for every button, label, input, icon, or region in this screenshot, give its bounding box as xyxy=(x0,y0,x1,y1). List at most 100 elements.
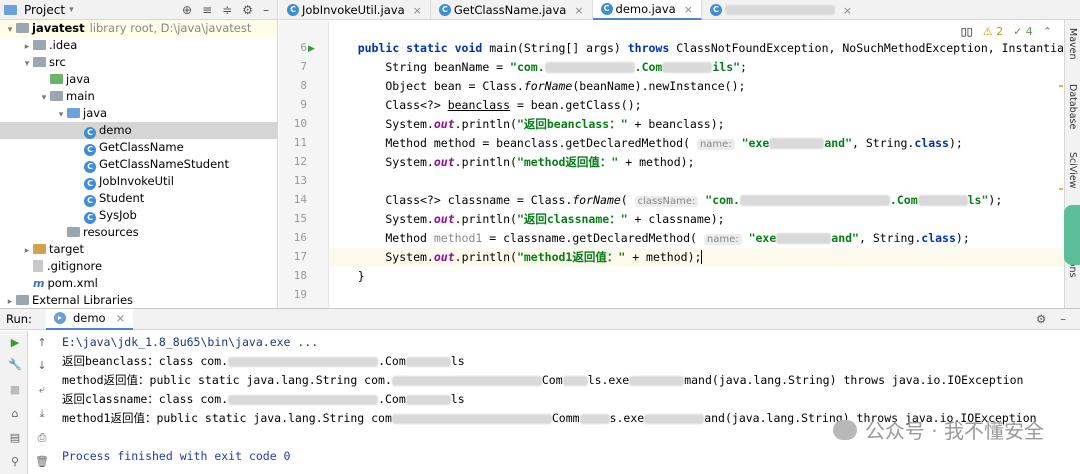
rerun-icon[interactable]: ▶ xyxy=(8,336,22,350)
project-icon xyxy=(4,4,17,15)
layout-icon[interactable]: ▤ xyxy=(8,431,22,445)
tree-item[interactable]: ▾ javatest library root, D:\java\javatest xyxy=(0,20,277,37)
tree-item[interactable]: ▾ main xyxy=(0,88,277,105)
tree-item[interactable]: java xyxy=(0,71,277,88)
code-line: String beanName = "com. .Com ils"; xyxy=(330,60,747,74)
class-icon: C xyxy=(84,178,96,190)
tree-item[interactable]: C GetClassNameStudent xyxy=(0,156,277,173)
pin-icon[interactable]: ⚲ xyxy=(8,455,22,469)
tree-item[interactable]: C JobInvokeUtil xyxy=(0,173,277,190)
tree-item[interactable]: ▸ target xyxy=(0,241,277,258)
line-number: 14 xyxy=(293,193,307,206)
close-icon[interactable]: × xyxy=(413,4,422,17)
tab-blurred[interactable]: C × xyxy=(702,0,860,20)
class-icon: C xyxy=(84,161,96,173)
line-number: 11 xyxy=(293,136,307,149)
trash-icon[interactable]: 🗑 xyxy=(35,455,49,469)
sciview-tool-button[interactable]: SciView xyxy=(1067,152,1078,188)
run-main-icon[interactable]: ▶ xyxy=(308,44,315,54)
collapse-all-icon[interactable]: ≡ xyxy=(202,3,212,17)
tab-label: JobInvokeUtil.java xyxy=(302,3,405,17)
camera-icon[interactable]: ⌂ xyxy=(8,407,22,421)
run-tool-window: Run: ▸ demo × ⚙ – ▶ 🔧 ■ ⌂ ▤ ⚲ ↑ ↓ ⤶ ⤓ ⎙ … xyxy=(0,308,1080,474)
code-line: Class<?> classname = Class.forName( clas… xyxy=(330,193,1003,207)
tree-item[interactable]: ▾ src xyxy=(0,54,277,71)
scroll-marker xyxy=(1059,188,1063,190)
scroll-to-end-icon[interactable]: ⤓ xyxy=(35,407,49,421)
up-arrow-icon[interactable]: ↑ xyxy=(35,336,49,350)
hide-icon[interactable]: – xyxy=(1060,312,1066,326)
tab-jobinvokeutil[interactable]: C JobInvokeUtil.java × xyxy=(279,0,431,20)
database-tool-button[interactable]: Database xyxy=(1067,84,1078,129)
tree-item-label: GetClassName xyxy=(99,140,184,154)
print-icon[interactable]: ⎙ xyxy=(35,431,49,445)
tree-item-label: JobInvokeUtil xyxy=(99,174,174,188)
down-arrow-icon[interactable]: ↓ xyxy=(35,359,49,373)
expand-all-icon[interactable]: ≑ xyxy=(222,3,232,17)
tree-item[interactable]: ▸ .idea xyxy=(0,37,277,54)
tab-getclassname[interactable]: C GetClassName.java × xyxy=(431,0,593,20)
run-tab-label: demo xyxy=(72,311,106,325)
close-icon[interactable]: × xyxy=(574,4,583,17)
current-code-line: System.out.println("method1返回值：" + metho… xyxy=(330,248,1066,267)
code-line: System.out.println("返回classname：" + clas… xyxy=(330,212,725,226)
locate-icon[interactable]: ⊕ xyxy=(182,3,192,17)
soft-wrap-icon[interactable]: ⤶ xyxy=(35,383,49,397)
line-number: 6 xyxy=(300,41,307,54)
run-header: Run: ▸ demo × ⚙ – xyxy=(0,308,1080,330)
tree-item-note: library root, D:\java\javatest xyxy=(89,21,252,35)
wrench-icon[interactable]: 🔧 xyxy=(8,358,22,372)
code-line: Object bean = Class.forName(beanName).ne… xyxy=(330,79,746,93)
tree-item[interactable]: Cdemo xyxy=(0,122,277,139)
project-title[interactable]: Project xyxy=(24,3,65,17)
stop-icon[interactable]: ■ xyxy=(8,383,22,397)
tree-item[interactable]: C Student xyxy=(0,190,277,207)
watermark: 公众号 · 我不懂安全 xyxy=(832,415,1044,444)
console-line: 返回classname：class com. .Com ls xyxy=(62,392,465,406)
tree-item-label: java xyxy=(66,72,91,86)
code-line: System.out.println("method返回值：" + method… xyxy=(330,155,695,169)
reader-mode-icon[interactable]: ▯▯ xyxy=(961,25,973,38)
code-line: Method method1 = classname.getDeclaredMe… xyxy=(330,231,970,245)
editor-inspection-widget[interactable]: ▯▯ ⚠ 2 ✓ 4 ⌃ xyxy=(942,21,1052,41)
console-command-line: E:\java\jdk_1.8_8u65\bin\java.exe ... xyxy=(62,335,319,349)
console-output[interactable]: E:\java\jdk_1.8_8u65\bin\java.exe ... 返回… xyxy=(56,331,1064,474)
console-side-icons: ↑ ↓ ⤶ ⤓ ⎙ 🗑 xyxy=(32,331,52,474)
line-number: 13 xyxy=(293,174,307,187)
folder-icon xyxy=(67,108,80,118)
tree-item[interactable]: C SysJob xyxy=(0,207,277,224)
scroll-marker xyxy=(1059,85,1063,87)
settings-gear-icon[interactable]: ⚙ xyxy=(1036,312,1046,326)
line-number: 15 xyxy=(293,212,307,225)
run-tab-demo[interactable]: ▸ demo × xyxy=(45,308,134,330)
tab-demo[interactable]: C demo.java × xyxy=(592,0,702,20)
close-icon[interactable]: × xyxy=(684,3,693,16)
class-icon: C xyxy=(84,144,96,156)
check-icon[interactable]: ✓ 4 xyxy=(1013,25,1033,38)
warning-icon[interactable]: ⚠ 2 xyxy=(983,25,1003,38)
class-icon: C xyxy=(84,212,96,224)
line-number: 7 xyxy=(300,60,307,73)
tree-item[interactable]: C GetClassName xyxy=(0,139,277,156)
chevron-right-icon[interactable]: ▸ xyxy=(4,294,16,308)
editor-tab-bar: C JobInvokeUtil.java × C GetClassName.ja… xyxy=(279,0,1080,20)
maven-tool-button[interactable]: Maven xyxy=(1067,28,1078,60)
class-icon: C xyxy=(709,4,722,16)
tree-item[interactable]: resources xyxy=(0,224,277,241)
code-editor[interactable]: public static void main(String[] args) t… xyxy=(330,21,1066,308)
tree-item-label: Student xyxy=(99,191,145,205)
settings-gear-icon[interactable]: ⚙ xyxy=(242,3,253,17)
chevron-up-icon[interactable]: ⌃ xyxy=(1043,25,1052,38)
dropdown-icon[interactable]: ▾ xyxy=(69,5,74,15)
tree-item-label: resources xyxy=(83,225,139,239)
close-icon[interactable]: × xyxy=(843,4,852,17)
tree-item[interactable]: m pom.xml xyxy=(0,275,277,292)
tree-item-label: main xyxy=(66,89,95,103)
line-number: 12 xyxy=(293,155,307,168)
tree-item[interactable]: ▸ External Libraries xyxy=(0,292,277,308)
hide-icon[interactable]: – xyxy=(263,3,269,17)
tree-item[interactable]: .gitignore xyxy=(0,258,277,275)
close-icon[interactable]: × xyxy=(116,311,126,325)
tree-item[interactable]: ▾ java xyxy=(0,105,277,122)
line-number: 16 xyxy=(293,231,307,244)
